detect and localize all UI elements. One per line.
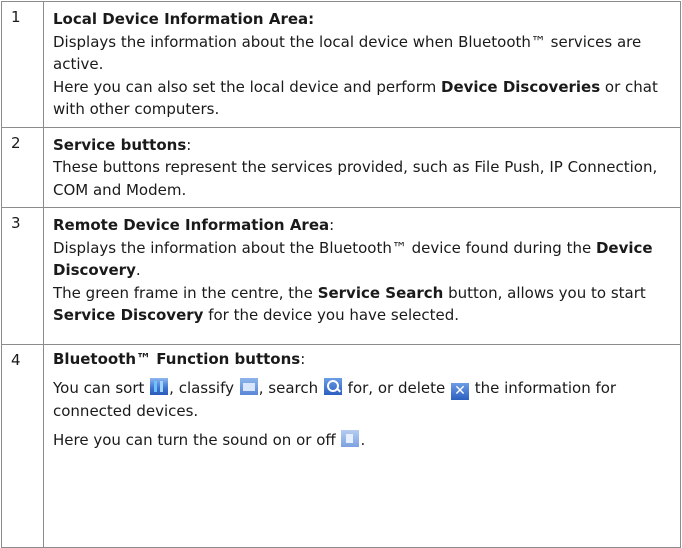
text-run: button, allows you to start bbox=[443, 283, 646, 302]
sound-icon bbox=[341, 430, 360, 447]
delete-icon: ✕ bbox=[450, 383, 469, 400]
table-row: 1 Local Device Information Area: Display… bbox=[1, 1, 681, 128]
row-content: Local Device Information Area: Displays … bbox=[43, 1, 681, 128]
search-icon bbox=[323, 378, 342, 395]
row-title: Bluetooth™ Function buttons: bbox=[53, 348, 674, 371]
text-run: The green frame in the centre, the bbox=[53, 283, 318, 302]
text-run: for the device you have selected. bbox=[203, 306, 460, 324]
text-run-bold: Service Search bbox=[317, 283, 444, 302]
text-run-bold: Device Discoveries bbox=[441, 77, 601, 96]
text-run: , search bbox=[258, 379, 323, 397]
text-run: : bbox=[186, 135, 192, 154]
row-text: Here you can also set the local device a… bbox=[53, 76, 674, 121]
row-number: 3 bbox=[1, 207, 44, 345]
text-run-bold: Remote Device Information Area bbox=[53, 216, 330, 234]
text-run: . bbox=[360, 431, 366, 449]
row-title: Remote Device Information Area: bbox=[53, 214, 674, 237]
row-text: Displays the information about the local… bbox=[53, 32, 642, 74]
text-run: Here you can turn the sound on or off bbox=[53, 431, 341, 449]
text-run: . bbox=[135, 261, 141, 279]
row-title: Service buttons: bbox=[53, 134, 674, 157]
text-run: You can sort bbox=[53, 379, 150, 397]
row-text: You can sort , classify , search for, or… bbox=[53, 377, 674, 423]
table-row: 2 Service buttons: These buttons represe… bbox=[1, 126, 681, 208]
text-run-bold: Bluetooth™ Function buttons bbox=[53, 350, 301, 368]
sort-icon bbox=[150, 378, 169, 395]
row-text: Displays the information about the Bluet… bbox=[53, 237, 674, 282]
text-run: Here you can also set the local device a… bbox=[53, 77, 441, 96]
row-title: Local Device Information Area: bbox=[53, 10, 315, 28]
row-number: 2 bbox=[1, 126, 44, 208]
row-text: The green frame in the centre, the Servi… bbox=[53, 282, 674, 327]
row-text: These buttons represent the services pro… bbox=[53, 158, 658, 199]
table-row: 3 Remote Device Information Area: Displa… bbox=[1, 207, 681, 345]
table-row: 4 Bluetooth™ Function buttons: You can s… bbox=[1, 344, 681, 548]
text-run: for, or delete bbox=[342, 379, 450, 397]
text-run-bold: Service buttons bbox=[53, 135, 187, 154]
text-run-bold: Service Discovery bbox=[53, 306, 204, 324]
row-number: 1 bbox=[1, 1, 44, 128]
text-run: , classify bbox=[169, 379, 239, 397]
row-text: Here you can turn the sound on or off . bbox=[53, 429, 674, 452]
classify-icon bbox=[239, 378, 258, 395]
text-run: : bbox=[300, 350, 306, 368]
row-content: Bluetooth™ Function buttons: You can sor… bbox=[43, 344, 681, 548]
text-run: Displays the information about the Bluet… bbox=[53, 238, 596, 257]
row-number: 4 bbox=[1, 344, 44, 548]
row-content: Service buttons: These buttons represent… bbox=[43, 126, 681, 208]
legend-table: 1 Local Device Information Area: Display… bbox=[1, 1, 681, 548]
row-content: Remote Device Information Area: Displays… bbox=[43, 207, 681, 345]
text-run: : bbox=[329, 216, 335, 234]
